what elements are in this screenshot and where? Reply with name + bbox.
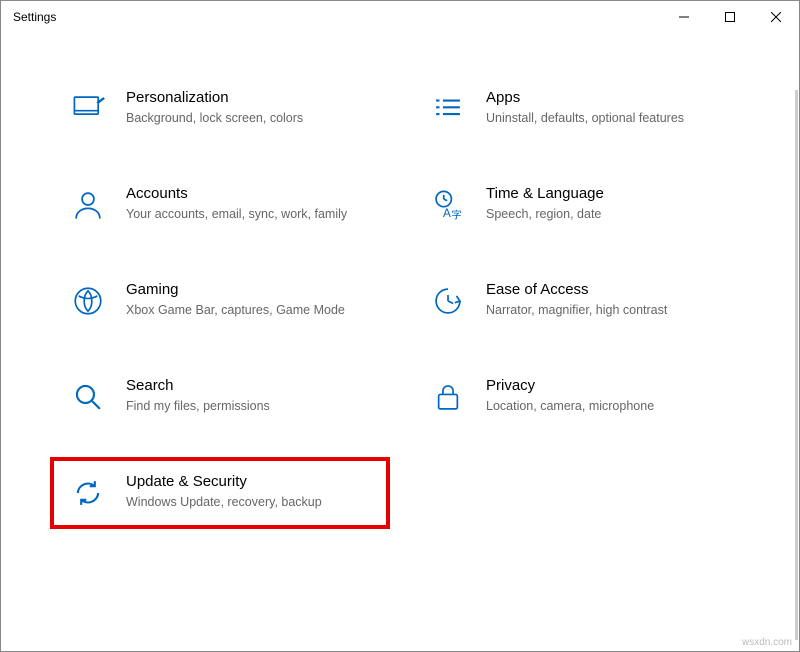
maximize-button[interactable] bbox=[707, 1, 753, 33]
tile-gaming[interactable]: Gaming Xbox Game Bar, captures, Game Mod… bbox=[60, 275, 380, 327]
tile-desc: Background, lock screen, colors bbox=[126, 110, 372, 127]
window-title: Settings bbox=[13, 10, 56, 24]
tile-time-language[interactable]: A 字 Time & Language Speech, region, date bbox=[420, 179, 740, 231]
tile-desc: Windows Update, recovery, backup bbox=[126, 494, 372, 511]
tile-desc: Speech, region, date bbox=[486, 206, 732, 223]
watermark: wsxdn.com bbox=[742, 637, 792, 648]
ease-of-access-icon bbox=[428, 281, 468, 321]
tile-title: Gaming bbox=[126, 281, 372, 298]
tile-update-security[interactable]: Update & Security Windows Update, recove… bbox=[60, 467, 380, 519]
svg-text:字: 字 bbox=[451, 209, 461, 222]
tile-personalization[interactable]: Personalization Background, lock screen,… bbox=[60, 83, 380, 135]
tile-title: Search bbox=[126, 377, 372, 394]
tile-desc: Narrator, magnifier, high contrast bbox=[486, 302, 732, 319]
accounts-icon bbox=[68, 185, 108, 225]
tile-title: Apps bbox=[486, 89, 732, 106]
gaming-icon bbox=[68, 281, 108, 321]
tile-apps[interactable]: Apps Uninstall, defaults, optional featu… bbox=[420, 83, 740, 135]
tile-title: Time & Language bbox=[486, 185, 732, 202]
settings-content: Personalization Background, lock screen,… bbox=[1, 33, 799, 549]
tile-accounts[interactable]: Accounts Your accounts, email, sync, wor… bbox=[60, 179, 380, 231]
tile-title: Ease of Access bbox=[486, 281, 732, 298]
tile-desc: Uninstall, defaults, optional features bbox=[486, 110, 732, 127]
minimize-button[interactable] bbox=[661, 1, 707, 33]
tile-title: Personalization bbox=[126, 89, 372, 106]
window-titlebar: Settings bbox=[1, 1, 799, 33]
tile-title: Privacy bbox=[486, 377, 732, 394]
time-language-icon: A 字 bbox=[428, 185, 468, 225]
tile-privacy[interactable]: Privacy Location, camera, microphone bbox=[420, 371, 740, 423]
scrollbar[interactable] bbox=[795, 90, 798, 640]
close-button[interactable] bbox=[753, 1, 799, 33]
tile-ease-of-access[interactable]: Ease of Access Narrator, magnifier, high… bbox=[420, 275, 740, 327]
settings-grid: Personalization Background, lock screen,… bbox=[60, 83, 740, 519]
personalization-icon bbox=[68, 89, 108, 129]
tile-title: Update & Security bbox=[126, 473, 372, 490]
tile-desc: Location, camera, microphone bbox=[486, 398, 732, 415]
svg-text:A: A bbox=[443, 206, 451, 220]
update-security-icon bbox=[68, 473, 108, 513]
tile-desc: Xbox Game Bar, captures, Game Mode bbox=[126, 302, 372, 319]
privacy-icon bbox=[428, 377, 468, 417]
search-icon bbox=[68, 377, 108, 417]
tile-desc: Find my files, permissions bbox=[126, 398, 372, 415]
apps-icon bbox=[428, 89, 468, 129]
tile-title: Accounts bbox=[126, 185, 372, 202]
tile-desc: Your accounts, email, sync, work, family bbox=[126, 206, 372, 223]
tile-search[interactable]: Search Find my files, permissions bbox=[60, 371, 380, 423]
